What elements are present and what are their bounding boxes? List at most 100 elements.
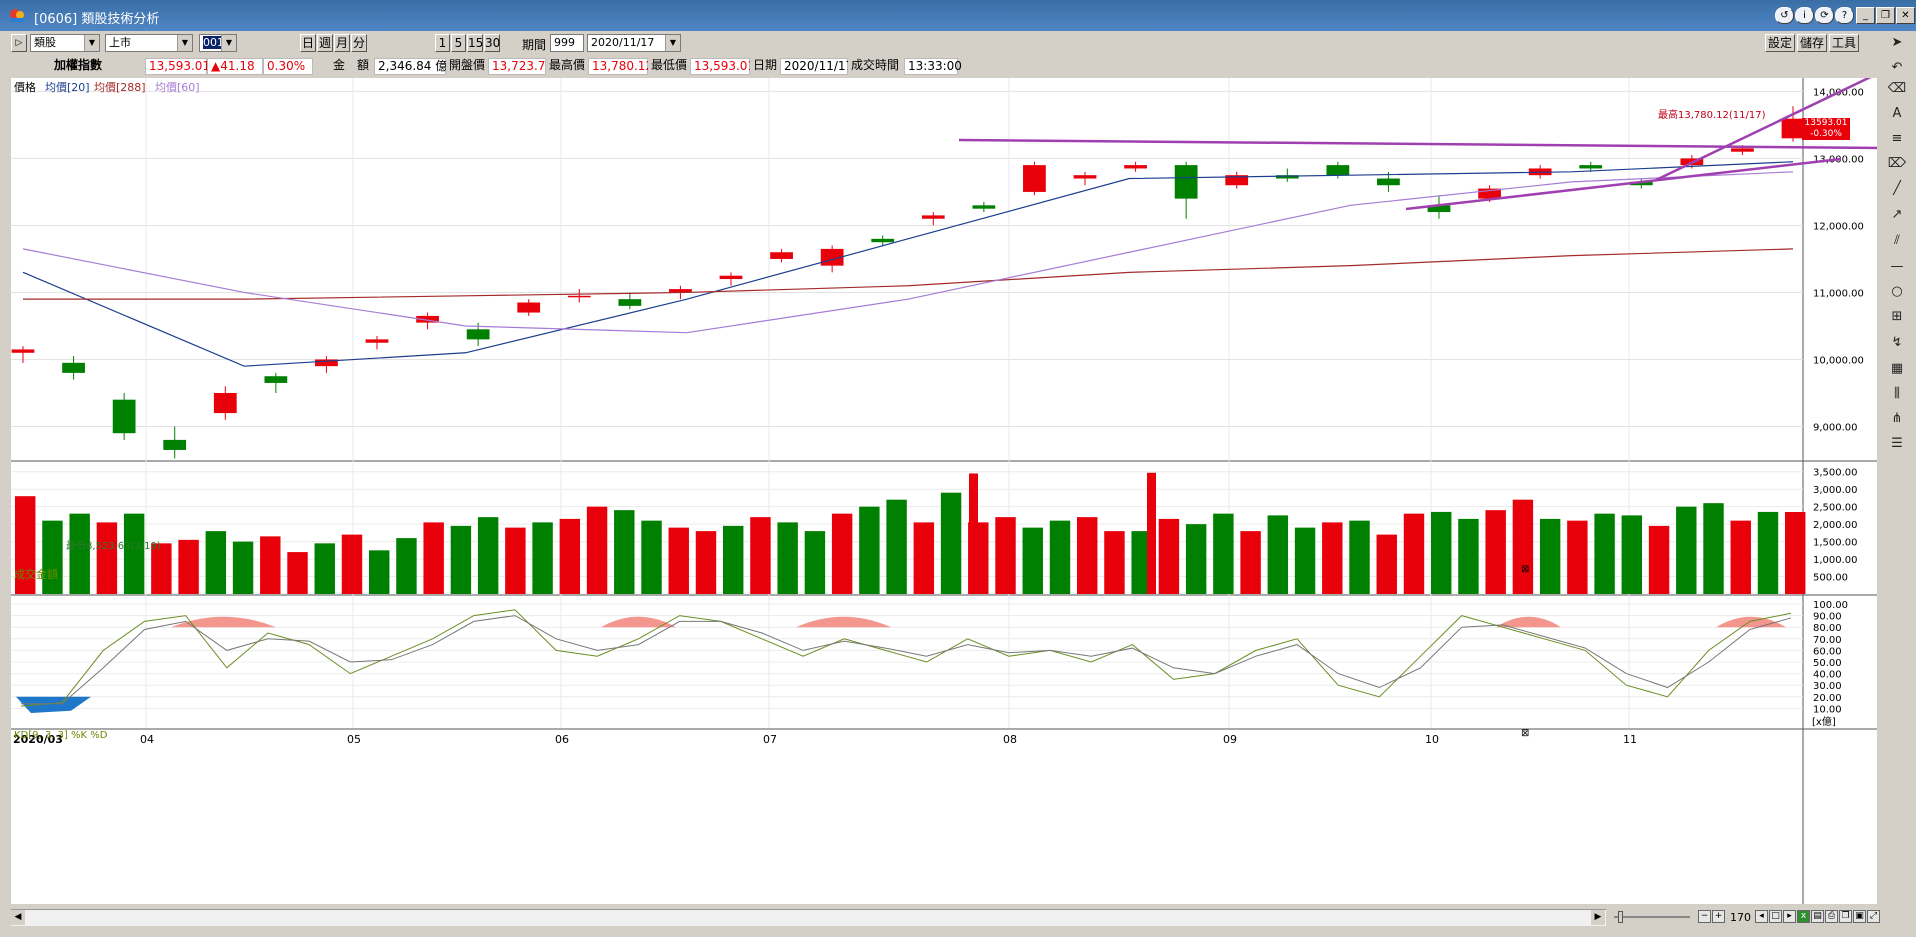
scroll-right-icon[interactable]: ▶ [1591,910,1605,925]
volume-bar [205,531,227,594]
arrow-tool-icon[interactable]: ↗ [1887,207,1907,227]
grid-tool-icon[interactable]: ▦ [1887,361,1907,381]
candle-body [770,252,793,259]
legend-ma60: 均價[60] [155,81,200,94]
volume-bar [341,534,363,594]
market-select[interactable]: 上市 ▼ [105,34,193,52]
x-axis-label: 04 [140,733,154,746]
parallel-lines-icon[interactable]: ⫽ [1887,233,1907,253]
print-icon[interactable]: ⎙ [1825,910,1838,923]
chart-area[interactable]: 14,000.0013,000.0012,000.0011,000.0010,0… [11,78,1885,904]
horizontal-scrollbar[interactable]: ◀ ▶ [11,909,1606,926]
volume-bar [369,550,390,594]
minute-15-button[interactable]: 15 [467,34,483,52]
low-label: 最低價 [648,58,690,75]
volume-bar [1267,515,1289,594]
zoom-slider[interactable] [1606,909,1695,925]
x-axis-label: 09 [1223,733,1237,746]
volume-bar [69,513,90,594]
minute-30-button[interactable]: 30 [484,34,500,52]
kd-overbought-fill [796,616,891,628]
volume-bar [1022,527,1043,594]
list-tool-icon[interactable]: ☰ [1887,436,1907,456]
kd-tick-label: 20.00 [1813,693,1842,704]
period-month-button[interactable]: 月 [334,34,350,52]
volume-bar [995,517,1016,594]
close-volume-panel-icon[interactable]: ⊠ [1521,564,1529,575]
page-icon[interactable]: □ [1769,910,1782,923]
volume-bar [1349,520,1370,594]
candle-body [1073,175,1097,179]
fullscreen-icon[interactable]: ⤢ [1867,910,1880,923]
table-view-icon[interactable]: ▤ [1811,910,1824,923]
maximize-button[interactable]: ❐ [1876,7,1895,24]
help-icon[interactable]: ? [1835,7,1854,24]
candle-body [264,376,288,383]
zoom-in-button[interactable]: + [1712,910,1725,923]
refresh-icon[interactable]: ⟳ [1815,7,1834,24]
zoom-slider-thumb[interactable] [1618,911,1623,923]
minute-5-button[interactable]: 5 [451,34,466,52]
volume-panel-title: 成交金額 [14,568,58,581]
eraser-icon[interactable]: ⌫ [1887,81,1907,101]
undo-icon[interactable]: ↶ [1887,60,1907,80]
export-excel-icon[interactable]: x [1797,910,1810,923]
line-tool-icon[interactable]: ╱ [1887,181,1907,201]
next-page-icon[interactable]: ▸ [1783,910,1796,923]
volume-bar [1757,511,1779,594]
minute-1-button[interactable]: 1 [435,34,450,52]
vertical-lines-icon[interactable]: ⫼ [1887,386,1907,406]
copy-icon[interactable]: ❐ [1839,910,1852,923]
tag-icon[interactable]: ⌦ [1887,156,1907,176]
cursor-icon[interactable]: ➤ [1887,35,1907,55]
price-tick-label: 9,000.00 [1813,422,1858,433]
period-input[interactable]: 999 [550,34,584,52]
volume-bar [1676,506,1697,594]
toolbar: ▷ 類股 ▼ 上市 ▼ 001 ▼ 日 週 月 分 1 5 15 30 期間 999 … [0,32,1885,54]
gann-icon[interactable]: ↯ [1887,335,1907,355]
volume-bar [913,522,935,594]
period-week-button[interactable]: 週 [317,34,333,52]
period-day-button[interactable]: 日 [300,34,316,52]
kd-oversold-fill [16,696,91,714]
prev-page-icon[interactable]: ◂ [1755,910,1768,923]
volume-bar [1785,512,1806,594]
period-minute-button[interactable]: 分 [351,34,367,52]
legend-price: 價格 [14,81,36,94]
close-button[interactable]: ✕ [1896,7,1915,24]
minimize-button[interactable]: _ [1856,7,1875,24]
x-axis-label: 05 [347,733,361,746]
candle-body [1377,178,1400,186]
tools-button[interactable]: 工具 [1829,34,1859,52]
pitchfork-icon[interactable]: ⋔ [1887,411,1907,431]
candle-body [618,299,642,306]
fibonacci-icon[interactable]: ⊞ [1887,309,1907,329]
code-select[interactable]: 001 ▼ [199,34,237,52]
settings-button[interactable]: 設定 [1765,34,1795,52]
technical-chart[interactable]: 14,000.0013,000.0012,000.0011,000.0010,0… [11,78,1885,904]
volume-bar [940,492,962,594]
info-icon[interactable]: i [1795,7,1814,24]
legend-ma20: 均價[20] [45,81,90,94]
index-name: 加權指數 [11,58,145,75]
volume-bar [1621,515,1643,594]
save-button[interactable]: 儲存 [1797,34,1827,52]
category-select[interactable]: 類股 ▼ [30,34,100,52]
candle-body [1731,148,1754,152]
layout-icon[interactable]: ▣ [1853,910,1866,923]
close-kd-panel-icon[interactable]: ⊠ [1521,728,1529,739]
circle-tool-icon[interactable]: ○ [1887,284,1907,304]
volume-tick-label: 3,500.00 [1813,468,1858,479]
kd-tick-label: 80.00 [1813,623,1842,634]
volume-bar-spike [1147,472,1156,594]
play-button[interactable]: ▷ [11,34,27,52]
date-select[interactable]: 2020/11/17 ▼ [587,34,681,52]
text-tool-icon[interactable]: A [1887,106,1907,126]
scroll-left-icon[interactable]: ◀ [11,910,25,925]
candle-body [972,205,996,209]
back-icon[interactable]: ↺ [1775,7,1794,24]
volume-bar [641,520,662,594]
zoom-out-button[interactable]: − [1698,910,1711,923]
horizontal-line-icon[interactable]: — [1887,259,1907,279]
horizontal-lines-icon[interactable]: ≡ [1887,131,1907,151]
